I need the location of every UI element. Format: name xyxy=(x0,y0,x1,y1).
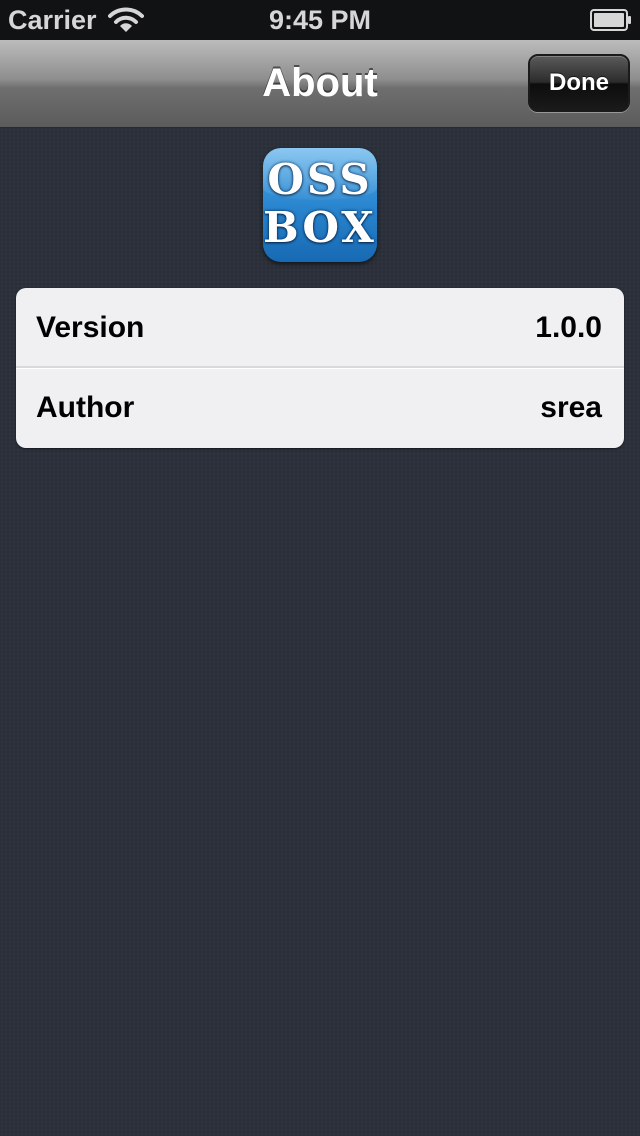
version-label: Version xyxy=(36,311,145,344)
info-table: Version 1.0.0 Author srea xyxy=(16,288,624,448)
table-row-version: Version 1.0.0 xyxy=(16,288,624,369)
done-button[interactable]: Done xyxy=(528,54,630,112)
version-value: 1.0.0 xyxy=(535,311,602,344)
author-value: srea xyxy=(540,391,602,424)
app-logo-icon: OSS BOX xyxy=(263,148,377,262)
about-screen: Carrier 9:45 PM About Done OSS BOX Versi… xyxy=(0,0,640,1136)
navigation-bar: About Done xyxy=(0,40,640,128)
table-row-author: Author srea xyxy=(16,368,624,448)
app-logo-line1: OSS xyxy=(267,155,373,204)
status-time: 9:45 PM xyxy=(268,5,372,35)
author-label: Author xyxy=(36,391,135,424)
app-logo-line2: BOX xyxy=(263,203,377,252)
battery-icon xyxy=(590,9,631,31)
status-bar: Carrier 9:45 PM xyxy=(0,0,640,40)
